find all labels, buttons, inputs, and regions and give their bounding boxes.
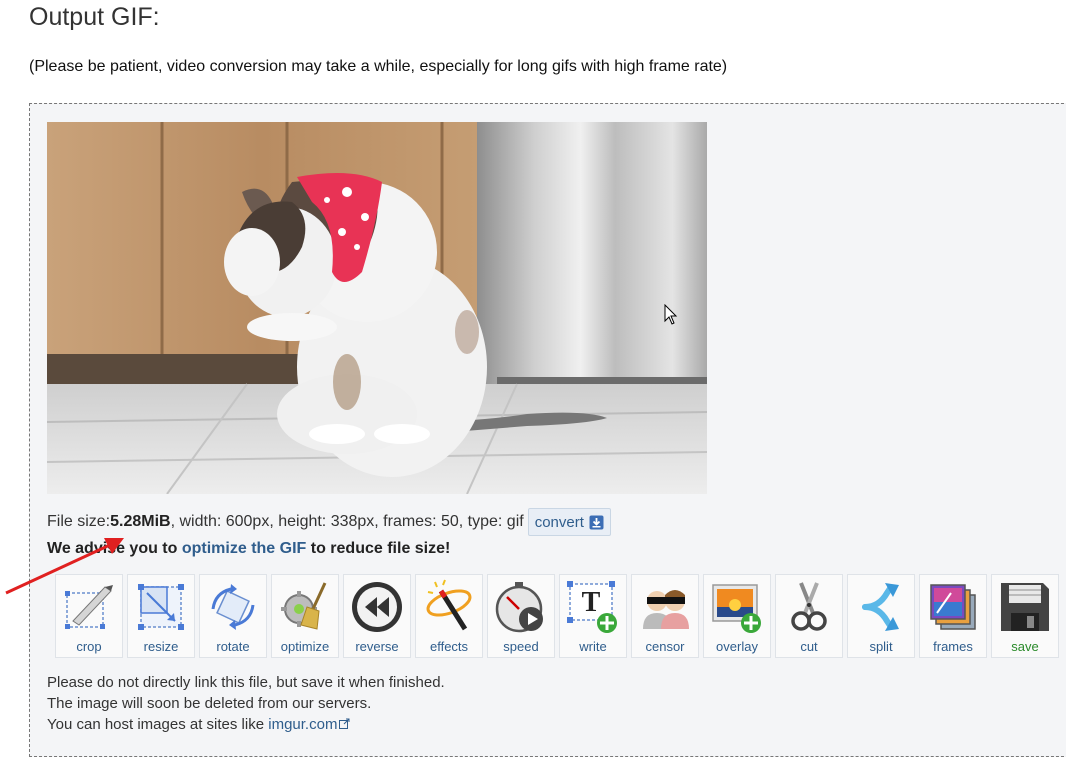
tool-label: speed: [503, 639, 539, 654]
tool-write-button[interactable]: T write: [559, 574, 627, 658]
tool-label: frames: [933, 639, 973, 654]
output-panel: File size: 5.28MiB , width: 600px, heigh…: [29, 103, 1066, 757]
external-link-icon: [339, 718, 350, 729]
tool-label: overlay: [716, 639, 758, 654]
tool-label: rotate: [216, 639, 250, 654]
gif-preview[interactable]: [47, 122, 707, 494]
tool-overlay-button[interactable]: overlay: [703, 574, 771, 658]
tool-label: effects: [429, 639, 469, 654]
censor-icon: [643, 590, 689, 629]
tool-effects-button[interactable]: effects: [415, 574, 483, 658]
convert-button[interactable]: convert: [527, 508, 611, 536]
overlay-icon: [712, 584, 761, 633]
tool-optimize-button[interactable]: optimize: [271, 574, 339, 658]
footer-line-3-prefix: You can host images at sites like: [47, 716, 269, 733]
effects-icon: [426, 579, 472, 631]
footer-line-1: Please do not directly link this file, b…: [47, 674, 445, 691]
imgur-link[interactable]: imgur.com: [268, 716, 337, 733]
optimize-icon: [281, 582, 327, 630]
footer-line-2: The image will soon be deleted from our …: [47, 695, 372, 712]
tool-speed-button[interactable]: speed: [487, 574, 555, 658]
tool-label: reverse: [355, 639, 399, 654]
tool-label: write: [579, 639, 607, 654]
download-arrow-icon: [589, 515, 604, 529]
tool-bar: crop resize rotate optimize reverse effe…: [55, 574, 1059, 658]
file-info: File size: 5.28MiB , width: 600px, heigh…: [47, 508, 611, 536]
patience-note: (Please be patient, video conversion may…: [29, 58, 728, 75]
save-icon: [1001, 583, 1049, 631]
tool-censor-button[interactable]: censor: [631, 574, 699, 658]
write-icon: T: [567, 581, 617, 633]
advice-after: to reduce file size!: [306, 540, 451, 557]
rotate-icon: [211, 584, 255, 630]
tool-label: censor: [645, 639, 685, 654]
split-icon: [862, 583, 899, 631]
page-title: Output GIF:: [29, 3, 160, 31]
tool-label: save: [1011, 639, 1039, 654]
tool-label: cut: [800, 639, 818, 654]
footer-line-3: You can host images at sites like imgur.…: [47, 714, 445, 735]
resize-icon: [138, 584, 184, 630]
mouse-cursor-icon: [664, 304, 678, 325]
svg-text:T: T: [582, 587, 601, 618]
cut-icon: [791, 582, 827, 631]
tool-frames-button[interactable]: frames: [919, 574, 987, 658]
convert-label: convert: [534, 513, 584, 531]
frames-icon: [930, 584, 976, 630]
tool-label: resize: [143, 639, 179, 654]
tool-rotate-button[interactable]: rotate: [199, 574, 267, 658]
tool-label: optimize: [280, 639, 330, 654]
tool-resize-button[interactable]: resize: [127, 574, 195, 658]
speed-icon: [495, 582, 543, 633]
reverse-icon: [352, 582, 402, 632]
tool-cut-button[interactable]: cut: [775, 574, 843, 658]
tool-label: split: [869, 639, 893, 654]
file-info-prefix: File size:: [47, 513, 111, 530]
footer-notes: Please do not directly link this file, b…: [47, 672, 445, 735]
tool-save-button[interactable]: save: [991, 574, 1059, 658]
optimize-gif-link[interactable]: optimize the GIF: [182, 540, 306, 557]
file-info-details: , width: 600px, height: 338px, frames: 5…: [170, 513, 524, 530]
tool-split-button[interactable]: split: [847, 574, 915, 658]
annotation-arrow: [5, 538, 124, 595]
tool-reverse-button[interactable]: reverse: [343, 574, 411, 658]
file-size-value: 5.28MiB: [110, 513, 171, 530]
tool-label: crop: [76, 639, 102, 654]
gif-preview-image: [47, 122, 707, 494]
